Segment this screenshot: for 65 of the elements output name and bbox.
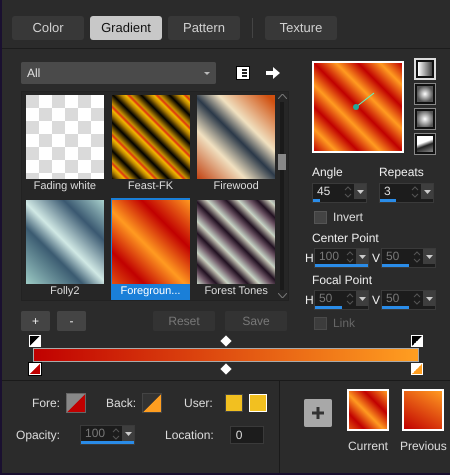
color-stop[interactable] <box>411 363 423 375</box>
scrollbar[interactable] <box>276 92 288 300</box>
gradient-tile[interactable]: Feast-FK <box>110 93 190 196</box>
user-swatch[interactable] <box>224 394 243 412</box>
gradient-tile[interactable]: Folly2 <box>25 198 105 300</box>
gradient-name: Folly2 <box>50 284 80 298</box>
back-swatch[interactable] <box>142 393 162 413</box>
gradient-name: Forest Tones <box>204 284 268 298</box>
gradient-preview[interactable] <box>312 61 404 153</box>
angle-handle-icon[interactable] <box>352 91 376 111</box>
angle-label: Angle <box>312 164 344 181</box>
add-button[interactable]: + <box>21 311 50 331</box>
tab[interactable]: Color <box>12 16 84 40</box>
link-label: Link <box>333 315 356 332</box>
user-label: User: <box>184 395 213 412</box>
axis-label: H <box>305 250 314 267</box>
fore-label: Fore: <box>32 395 60 412</box>
angle-spinbox[interactable]: 45 <box>312 183 367 203</box>
gradient-tile[interactable]: Foregroun... <box>110 198 190 300</box>
gradient-name: Firewood <box>214 179 259 193</box>
dropdown-caret-icon[interactable] <box>354 184 366 199</box>
axis-label: V <box>372 292 381 309</box>
swatch-label: Previous <box>400 438 447 455</box>
tab[interactable]: Texture <box>265 16 337 40</box>
category-dropdown[interactable]: All <box>21 62 216 84</box>
gradient-name: Fading white <box>34 179 96 193</box>
location-label: Location: <box>165 427 214 444</box>
invert-checkbox[interactable] <box>314 210 327 224</box>
add-swatch-button[interactable] <box>304 399 332 427</box>
gradient-style-button[interactable] <box>414 133 436 155</box>
current-swatch[interactable] <box>347 389 389 431</box>
swatch-label: Current <box>348 438 388 455</box>
gradient-name: Feast-FK <box>128 179 174 193</box>
invert-label: Invert <box>333 209 364 226</box>
opacity-stop-icon[interactable] <box>411 335 423 347</box>
tab[interactable]: Pattern <box>168 16 240 40</box>
gradient-name: Foregroun... <box>120 284 180 298</box>
scroll-down-icon[interactable] <box>278 293 286 298</box>
list-view-icon[interactable] <box>236 66 250 80</box>
gradient-tile[interactable]: Fading white <box>25 93 105 196</box>
dropdown-caret-icon[interactable] <box>421 184 433 199</box>
fore-swatch[interactable] <box>66 393 86 413</box>
back-label: Back: <box>106 395 136 412</box>
scroll-up-icon[interactable] <box>278 94 286 99</box>
scrollbar-thumb[interactable] <box>278 154 286 170</box>
axis-label: V <box>372 250 381 267</box>
previous-swatch[interactable] <box>402 389 444 431</box>
color-stop[interactable] <box>29 363 41 375</box>
opacity-label: Opacity: <box>16 427 60 444</box>
arrow-right-icon[interactable] <box>266 67 280 79</box>
plus-icon <box>311 406 325 420</box>
tab[interactable]: Gradient <box>90 16 162 40</box>
repeats-spinbox[interactable]: 3 <box>379 183 434 203</box>
axis-label: H <box>305 292 314 309</box>
repeats-label: Repeats <box>379 164 425 181</box>
focal-point-label: Focal Point <box>312 272 374 289</box>
location-field[interactable]: 0 <box>230 426 264 444</box>
dropdown-caret-icon <box>204 72 210 74</box>
opacity-stop-icon[interactable] <box>29 335 41 347</box>
gradient-style-button[interactable] <box>414 108 436 130</box>
gradient-tile[interactable]: Firewood <box>196 93 276 196</box>
gradient-style-button[interactable] <box>414 83 436 105</box>
remove-button[interactable]: - <box>57 311 86 331</box>
center-point-label: Center Point <box>312 230 380 247</box>
gradient-tile[interactable]: Forest Tones <box>196 198 276 300</box>
